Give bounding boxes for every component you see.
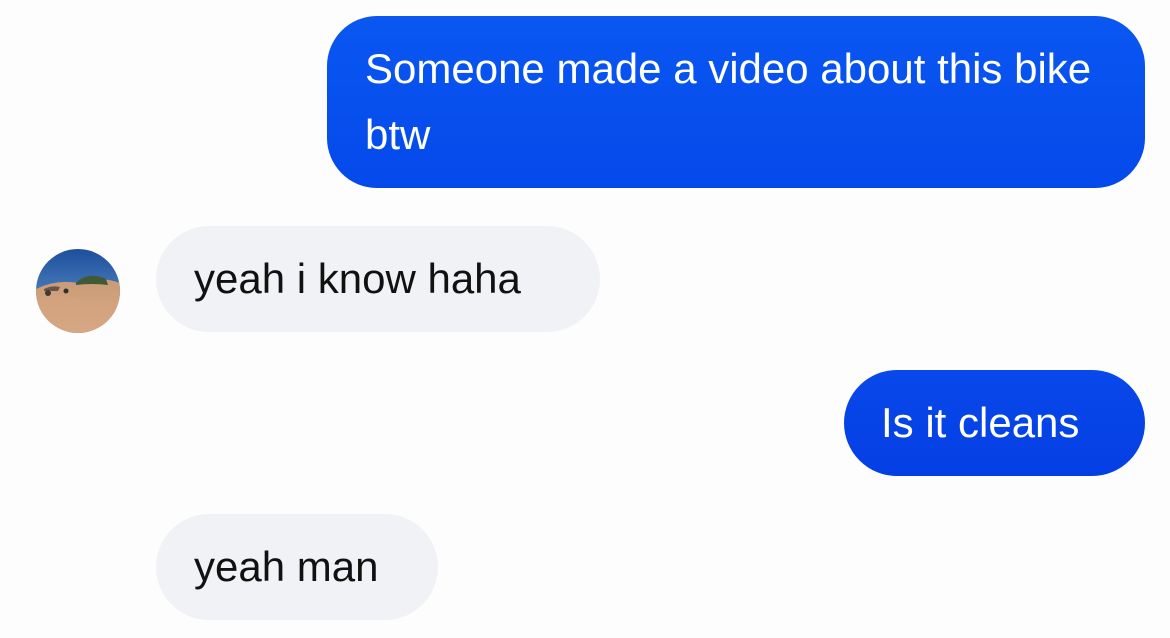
incoming-message-bubble[interactable]: yeah man — [156, 514, 438, 620]
message-text: Someone made a video about this bike btw — [365, 45, 1092, 158]
message-text: Is it cleans — [881, 399, 1080, 446]
incoming-message-bubble[interactable]: yeah i know haha — [156, 226, 600, 332]
contact-avatar[interactable] — [36, 249, 120, 333]
outgoing-message-bubble[interactable]: Is it cleans — [844, 370, 1145, 476]
avatar-photo-icon — [36, 249, 120, 333]
outgoing-message-bubble[interactable]: Someone made a video about this bike btw — [327, 16, 1145, 188]
message-text: yeah i know haha — [194, 255, 521, 302]
message-text: yeah man — [194, 543, 379, 590]
